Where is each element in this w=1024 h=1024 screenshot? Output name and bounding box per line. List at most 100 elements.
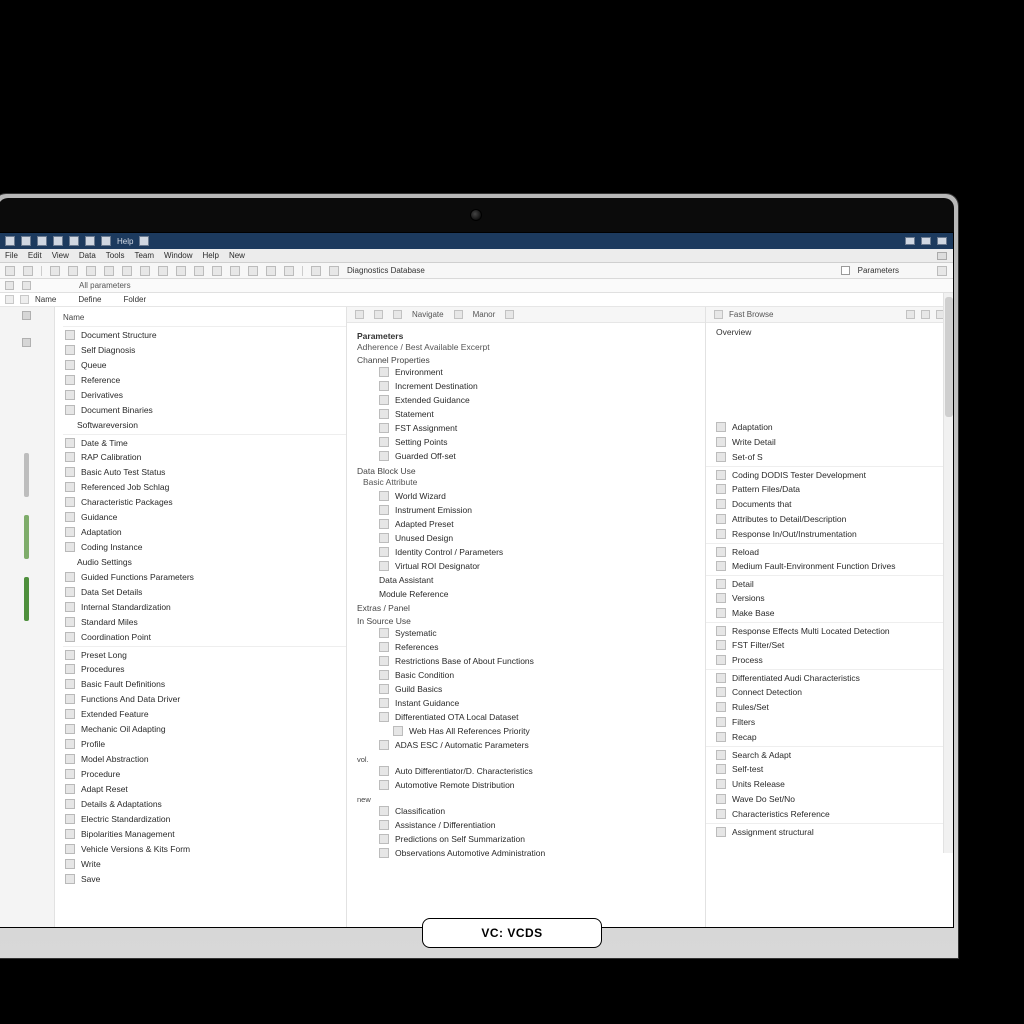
right-item[interactable]: Filters	[706, 714, 953, 729]
nav-item[interactable]: Guidance	[63, 509, 346, 524]
tool-paste-icon[interactable]	[140, 266, 150, 276]
nav-item[interactable]: Characteristic Packages	[63, 494, 346, 509]
nav-item[interactable]: Bipolarities Management	[63, 826, 346, 841]
right-item[interactable]: Differentiated Audi Characteristics	[706, 669, 953, 684]
right-gear-icon[interactable]	[906, 310, 915, 319]
nav-item[interactable]: Softwareversion	[63, 417, 346, 432]
breadcrumb[interactable]: Diagnostics Database	[347, 266, 425, 275]
qat-redo-icon[interactable]	[85, 236, 95, 246]
nav-item[interactable]: Functions And Data Driver	[63, 691, 346, 706]
right-item[interactable]: Recap	[706, 729, 953, 744]
nav-item[interactable]: Derivatives	[63, 387, 346, 402]
window-maximize-button[interactable]	[921, 237, 931, 245]
center-item[interactable]: ADAS ESC / Automatic Parameters	[357, 738, 695, 752]
right-item[interactable]: FST Filter/Set	[706, 637, 953, 652]
ctab-new-icon[interactable]	[454, 310, 463, 319]
qat-open-icon[interactable]	[21, 236, 31, 246]
center-item[interactable]: Instant Guidance	[357, 696, 695, 710]
nav-item[interactable]: Basic Fault Definitions	[63, 676, 346, 691]
right-item[interactable]: Write Detail	[706, 434, 953, 449]
right-item[interactable]: Connect Detection	[706, 684, 953, 699]
ctab-up-icon[interactable]	[393, 310, 402, 319]
right-item[interactable]: Search & Adapt	[706, 746, 953, 761]
tool-forward-icon[interactable]	[23, 266, 33, 276]
center-item[interactable]: Adapted Preset	[357, 517, 695, 531]
menu-new[interactable]: New	[229, 251, 245, 260]
center-item[interactable]: Guarded Off-set	[357, 449, 695, 463]
nav-item[interactable]: Save	[63, 871, 346, 886]
sub-icon-2[interactable]	[22, 281, 31, 290]
right-item[interactable]: Detail	[706, 575, 953, 590]
center-item[interactable]: FST Assignment	[357, 421, 695, 435]
vertical-scrollbar[interactable]	[943, 293, 953, 853]
tool-page-icon[interactable]	[284, 266, 294, 276]
ctab-navigate[interactable]: Navigate	[412, 310, 444, 319]
ctab-manor[interactable]: Manor	[473, 310, 496, 319]
nav-item[interactable]: Document Binaries	[63, 402, 346, 417]
menu-file[interactable]: File	[5, 251, 18, 260]
center-item[interactable]: Extended Guidance	[357, 393, 695, 407]
nav-item[interactable]: Self Diagnosis	[63, 342, 346, 357]
nav-item[interactable]: Preset Long	[63, 646, 346, 661]
tool-cut-icon[interactable]	[158, 266, 168, 276]
right-more-icon[interactable]	[921, 310, 930, 319]
tool-refresh-icon[interactable]	[50, 266, 60, 276]
fx-cancel-icon[interactable]	[5, 295, 14, 304]
right-item[interactable]: Reload	[706, 543, 953, 558]
scrollbar-thumb[interactable]	[945, 297, 953, 417]
qat-extra-icon[interactable]	[139, 236, 149, 246]
right-item[interactable]: Assignment structural	[706, 823, 953, 838]
right-item[interactable]: Set-of S	[706, 449, 953, 464]
center-item[interactable]: Increment Destination	[357, 379, 695, 393]
menu-team[interactable]: Team	[134, 251, 154, 260]
tool-folder-icon[interactable]	[311, 266, 321, 276]
center-item[interactable]: Virtual ROI Designator	[357, 559, 695, 573]
nav-item[interactable]: Date & Time	[63, 434, 346, 449]
nav-item[interactable]: Details & Adaptations	[63, 796, 346, 811]
rail-icon-2[interactable]	[22, 338, 31, 347]
center-item[interactable]: References	[357, 640, 695, 654]
ctab-more-icon[interactable]	[505, 310, 514, 319]
right-item[interactable]: Attributes to Detail/Description	[706, 511, 953, 526]
tool-stop-icon[interactable]	[68, 266, 78, 276]
tool-search-icon[interactable]	[176, 266, 186, 276]
qat-save-icon[interactable]	[37, 236, 47, 246]
right-item[interactable]: Response In/Out/Instrumentation	[706, 526, 953, 541]
nav-item[interactable]: Profile	[63, 736, 346, 751]
tool-doc-icon[interactable]	[329, 266, 339, 276]
nav-item[interactable]: Coding Instance	[63, 539, 346, 554]
qat-undo-icon[interactable]	[69, 236, 79, 246]
center-item[interactable]: Instrument Emission	[357, 503, 695, 517]
nav-item[interactable]: Reference	[63, 372, 346, 387]
center-item[interactable]: Assistance / Differentiation	[357, 818, 695, 832]
center-item[interactable]: Statement	[357, 407, 695, 421]
nav-item[interactable]: Vehicle Versions & Kits Form	[63, 841, 346, 856]
right-item[interactable]: Make Base	[706, 605, 953, 620]
nav-item[interactable]: Model Abstraction	[63, 751, 346, 766]
right-item[interactable]: Self-test	[706, 761, 953, 776]
nav-item[interactable]: Electric Standardization	[63, 811, 346, 826]
tool-copy-icon[interactable]	[122, 266, 132, 276]
tool-settings-icon[interactable]	[937, 266, 947, 276]
window-minimize-button[interactable]	[905, 237, 915, 245]
right-item[interactable]: Response Effects Multi Located Detection	[706, 622, 953, 637]
tool-filter-icon[interactable]	[194, 266, 204, 276]
nav-item[interactable]: Audio Settings	[63, 554, 346, 569]
tool-home-icon[interactable]	[86, 266, 96, 276]
right-item[interactable]: Documents that	[706, 496, 953, 511]
nav-item[interactable]: Standard Miles	[63, 614, 346, 629]
tool-grid-icon[interactable]	[266, 266, 276, 276]
nav-item[interactable]: Guided Functions Parameters	[63, 569, 346, 584]
nav-item[interactable]: Document Structure	[63, 327, 346, 342]
nav-item[interactable]: Mechanic Oil Adapting	[63, 721, 346, 736]
right-item[interactable]: Adaptation	[706, 419, 953, 434]
qat-save-all-icon[interactable]	[53, 236, 63, 246]
center-item[interactable]: Environment	[357, 365, 695, 379]
qat-run-icon[interactable]	[101, 236, 111, 246]
center-item[interactable]: Basic Condition	[357, 668, 695, 682]
menu-edit[interactable]: Edit	[28, 251, 42, 260]
ctab-fwd-icon[interactable]	[374, 310, 383, 319]
menu-tools[interactable]: Tools	[106, 251, 125, 260]
rail-icon-1[interactable]	[22, 311, 31, 320]
nav-item[interactable]: Adaptation	[63, 524, 346, 539]
